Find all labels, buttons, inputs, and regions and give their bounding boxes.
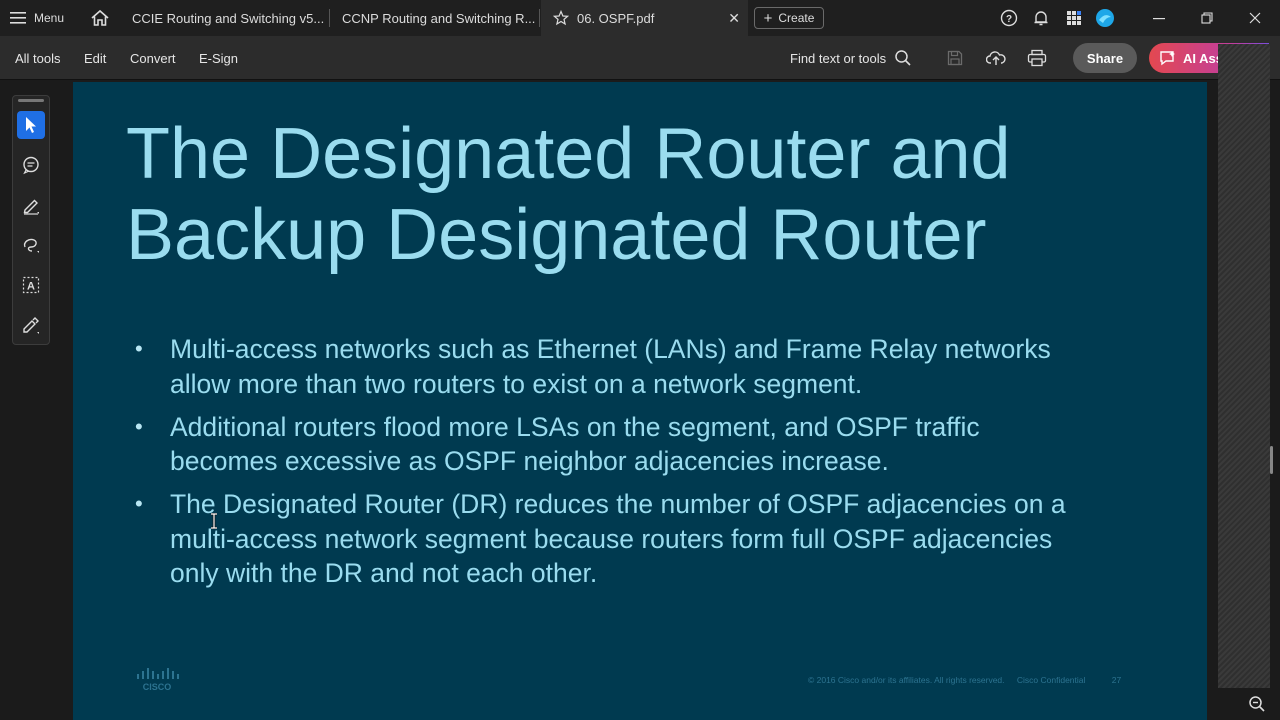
menu-icon <box>10 12 26 24</box>
window-close-icon[interactable] <box>1232 0 1278 36</box>
footer-copyright: © 2016 Cisco and/or its affiliates. All … <box>808 675 1005 685</box>
tab-label: CCNP Routing and Switching R... <box>342 10 536 26</box>
create-button[interactable]: + Create <box>754 7 824 29</box>
menu-button[interactable]: Menu <box>10 0 64 36</box>
text-cursor-icon <box>211 513 217 529</box>
bullet-item: Multi-access networks such as Ethernet (… <box>133 332 1083 401</box>
select-tool-icon[interactable] <box>17 111 45 139</box>
sign-tool-icon[interactable] <box>17 311 45 339</box>
svg-text:A: A <box>27 281 35 293</box>
upload-cloud-icon[interactable] <box>984 46 1008 70</box>
home-button[interactable] <box>88 6 112 30</box>
ai-assistant-label: AI Ass <box>1183 50 1223 66</box>
slide-title-line-1: The Designated Router and <box>126 114 1011 194</box>
plus-icon: + <box>763 9 773 27</box>
page-number: 27 <box>1111 675 1122 685</box>
menu-e-sign[interactable]: E-Sign <box>199 36 238 80</box>
menu-convert[interactable]: Convert <box>130 36 176 80</box>
footer-confidential: Cisco Confidential <box>1016 675 1086 685</box>
panel-resize-handle[interactable] <box>1270 446 1273 474</box>
rail-grip[interactable] <box>18 99 44 102</box>
bullet-list: Multi-access networks such as Ethernet (… <box>133 332 1083 599</box>
bullet-item: The Designated Router (DR) reduces the n… <box>133 487 1083 591</box>
menu-edit[interactable]: Edit <box>84 36 106 80</box>
restore-icon[interactable] <box>1184 0 1230 36</box>
document-page: The Designated Router and Backup Designa… <box>73 82 1207 720</box>
slide-footer: © 2016 Cisco and/or its affiliates. All … <box>808 675 1131 685</box>
draw-tool-icon[interactable] <box>17 231 45 259</box>
apps-icon[interactable] <box>1062 6 1086 30</box>
search-icon <box>895 50 911 66</box>
star-icon[interactable] <box>553 10 569 26</box>
slide-title: The Designated Router and Backup Designa… <box>126 114 1186 276</box>
zoom-icon[interactable] <box>1245 692 1269 716</box>
cisco-logo: CISCO <box>137 668 179 692</box>
text-tool-icon[interactable]: A <box>17 271 45 299</box>
print-icon[interactable] <box>1025 46 1049 70</box>
vertical-scrollbar[interactable] <box>1210 82 1218 720</box>
ai-assistant-icon <box>1160 51 1175 66</box>
menu-label: Menu <box>34 11 65 25</box>
tab-label: 06. OSPF.pdf <box>577 10 655 26</box>
tab-label: CCIE Routing and Switching v5... <box>132 10 325 26</box>
save-icon[interactable] <box>943 46 967 70</box>
tab-ospf[interactable]: 06. OSPF.pdf ✕ <box>541 0 748 36</box>
menu-all-tools[interactable]: All tools <box>15 36 61 80</box>
svg-text:?: ? <box>1006 14 1012 25</box>
bullet-item: Additional routers flood more LSAs on th… <box>133 410 1083 479</box>
cisco-logo-text: CISCO <box>143 682 172 692</box>
slide-title-line-2: Backup Designated Router <box>126 195 987 275</box>
minimize-icon[interactable] <box>1136 0 1182 36</box>
find-text-or-tools[interactable]: Find text or tools <box>790 36 912 80</box>
title-bar: Menu CCIE Routing and Switching v5... CC… <box>0 0 1280 36</box>
comment-tool-icon[interactable] <box>17 151 45 179</box>
tool-rail: A <box>12 95 50 345</box>
right-panel-collapsed <box>1218 44 1270 688</box>
tab-ccie[interactable]: CCIE Routing and Switching v5... <box>118 0 330 36</box>
highlight-tool-icon[interactable] <box>17 191 45 219</box>
bell-icon[interactable] <box>1029 6 1053 30</box>
tab-ccnp[interactable]: CCNP Routing and Switching R... <box>330 0 540 36</box>
close-icon[interactable]: ✕ <box>728 10 740 27</box>
create-label: Create <box>778 11 815 25</box>
help-icon[interactable]: ? <box>997 6 1021 30</box>
profile-icon[interactable] <box>1093 6 1117 30</box>
find-label: Find text or tools <box>790 50 887 66</box>
share-button[interactable]: Share <box>1073 43 1137 73</box>
home-icon <box>91 9 109 26</box>
